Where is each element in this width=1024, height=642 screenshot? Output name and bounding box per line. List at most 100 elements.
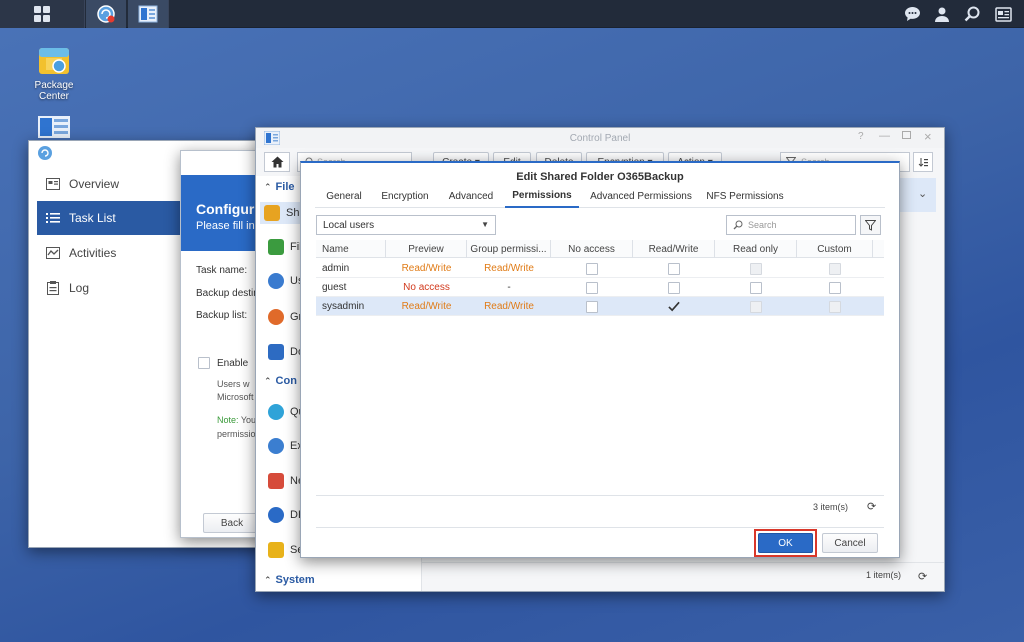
group-icon	[268, 309, 284, 325]
table-row[interactable]: sysadmin Read/Write Read/Write	[316, 297, 884, 316]
sidebar-item-label: Overview	[69, 177, 120, 191]
table-row[interactable]: guest No access -	[316, 278, 884, 297]
search-button[interactable]	[958, 0, 986, 28]
preview-value: Read/Write	[401, 301, 452, 312]
preview-value: Read/Write	[401, 263, 452, 274]
maximize-icon[interactable]	[902, 131, 911, 139]
main-menu-button[interactable]	[0, 0, 84, 28]
network-icon	[268, 473, 284, 489]
note-text: Note: You	[217, 415, 256, 425]
group-permission-value: Read/Write	[484, 301, 534, 312]
filter-icon	[865, 219, 876, 231]
read-write-checkbox[interactable]	[668, 262, 680, 275]
refresh-icon[interactable]: ⟳	[918, 570, 927, 583]
users-description: Users w	[217, 379, 250, 389]
chevron-up-icon: ⌃	[264, 375, 272, 386]
desktop-icon-label: Package	[34, 80, 74, 91]
tab-advanced[interactable]: Advanced	[437, 184, 505, 208]
read-only-checkbox[interactable]	[750, 281, 762, 294]
nav-section-system[interactable]: ⌃ System	[264, 569, 414, 591]
column-header-read-write[interactable]: Read/Write	[633, 240, 715, 258]
column-header-group-permissions[interactable]: Group permissi...	[467, 240, 551, 258]
filter-button[interactable]	[860, 215, 881, 235]
table-header: Name Preview Group permissi... No access…	[316, 240, 884, 258]
read-write-checkbox[interactable]	[668, 301, 680, 313]
close-icon[interactable]: ×	[924, 129, 932, 144]
tab-permissions[interactable]: Permissions	[505, 184, 579, 208]
user-name: guest	[322, 282, 347, 293]
dropdown-arrow-icon: ▼	[481, 220, 489, 229]
search-placeholder: Search	[748, 220, 777, 230]
chevron-up-icon: ⌃	[264, 181, 272, 192]
column-header-read-only[interactable]: Read only	[715, 240, 797, 258]
user-icon	[268, 273, 284, 289]
user-icon	[935, 7, 949, 22]
user-type-select[interactable]: Local users ▼	[316, 215, 496, 235]
ok-button[interactable]: OK	[758, 533, 813, 553]
nav-section-label: File	[275, 181, 295, 193]
widgets-button[interactable]	[988, 0, 1018, 28]
nav-section-label: System	[275, 574, 315, 586]
enable-label: Enable	[217, 358, 249, 369]
log-icon	[45, 281, 61, 295]
external-access-icon	[268, 438, 284, 454]
column-header-preview[interactable]: Preview	[386, 240, 467, 258]
sort-icon	[918, 157, 928, 167]
activities-icon	[45, 246, 61, 260]
quickconnect-icon	[268, 404, 284, 420]
sidebar-item-label: Activities	[69, 246, 117, 260]
taskbar	[0, 0, 1024, 28]
window-title: Control Panel	[569, 133, 631, 144]
taskbar-control-panel[interactable]	[128, 0, 168, 28]
custom-checkbox	[829, 262, 841, 275]
cancel-button[interactable]: Cancel	[822, 533, 878, 553]
read-write-checkbox[interactable]	[668, 281, 680, 294]
permissions-table: Name Preview Group permissi... No access…	[316, 240, 884, 496]
sidebar-item-overview[interactable]: Overview	[37, 167, 182, 201]
read-only-checkbox	[750, 300, 762, 313]
nav-section-label: Con	[275, 375, 297, 387]
refresh-icon[interactable]: ⟳	[867, 500, 876, 513]
sidebar-item-activities[interactable]: Activities	[37, 236, 182, 270]
help-icon[interactable]: ?	[858, 131, 864, 142]
control-panel-titlebar: Control Panel ? — ×	[256, 128, 944, 148]
permissions-search-input[interactable]: Search	[726, 215, 856, 235]
user-button[interactable]	[928, 0, 956, 28]
no-access-checkbox[interactable]	[586, 281, 598, 294]
enable-checkbox[interactable]	[198, 357, 210, 369]
column-header-no-access[interactable]: No access	[551, 240, 633, 258]
sort-button[interactable]	[913, 152, 933, 172]
notifications-button[interactable]	[897, 0, 927, 28]
task-list-icon	[45, 211, 61, 225]
custom-checkbox	[829, 300, 841, 313]
sidebar-item-task-list[interactable]: Task List	[37, 201, 182, 235]
wizard-subtitle: Please fill in	[196, 220, 255, 232]
tab-advanced-permissions[interactable]: Advanced Permissions	[583, 184, 699, 208]
tab-nfs-permissions[interactable]: NFS Permissions	[701, 184, 789, 208]
taskbar-backup-app[interactable]	[86, 0, 126, 28]
tab-encryption[interactable]: Encryption	[373, 184, 437, 208]
table-row[interactable]: admin Read/Write Read/Write	[316, 259, 884, 278]
tab-general[interactable]: General	[315, 184, 373, 208]
desktop-icon-control-panel[interactable]	[38, 116, 70, 141]
column-header-name[interactable]: Name	[316, 240, 386, 258]
column-header-custom[interactable]: Custom	[797, 240, 873, 258]
shield-icon	[268, 542, 284, 558]
custom-checkbox[interactable]	[829, 281, 841, 294]
back-button[interactable]: Back	[203, 513, 261, 533]
sidebar-item-log[interactable]: Log	[37, 271, 182, 305]
divider	[316, 527, 884, 528]
control-panel-icon	[38, 116, 70, 138]
home-button[interactable]	[264, 152, 290, 172]
user-name: admin	[322, 263, 350, 274]
chevron-up-icon: ⌃	[264, 574, 272, 585]
users-description-line2: Microsoft	[217, 392, 254, 402]
item-count: 1 item(s)	[866, 570, 902, 580]
nav-item-label: Sh	[286, 207, 300, 219]
group-permission-value: -	[507, 282, 511, 293]
no-access-checkbox[interactable]	[586, 300, 598, 313]
desktop-icon-package-center[interactable]: Package Center	[24, 44, 84, 102]
no-access-checkbox[interactable]	[586, 262, 598, 275]
item-count: 3 item(s)	[813, 502, 849, 512]
minimize-icon[interactable]: —	[879, 130, 890, 142]
